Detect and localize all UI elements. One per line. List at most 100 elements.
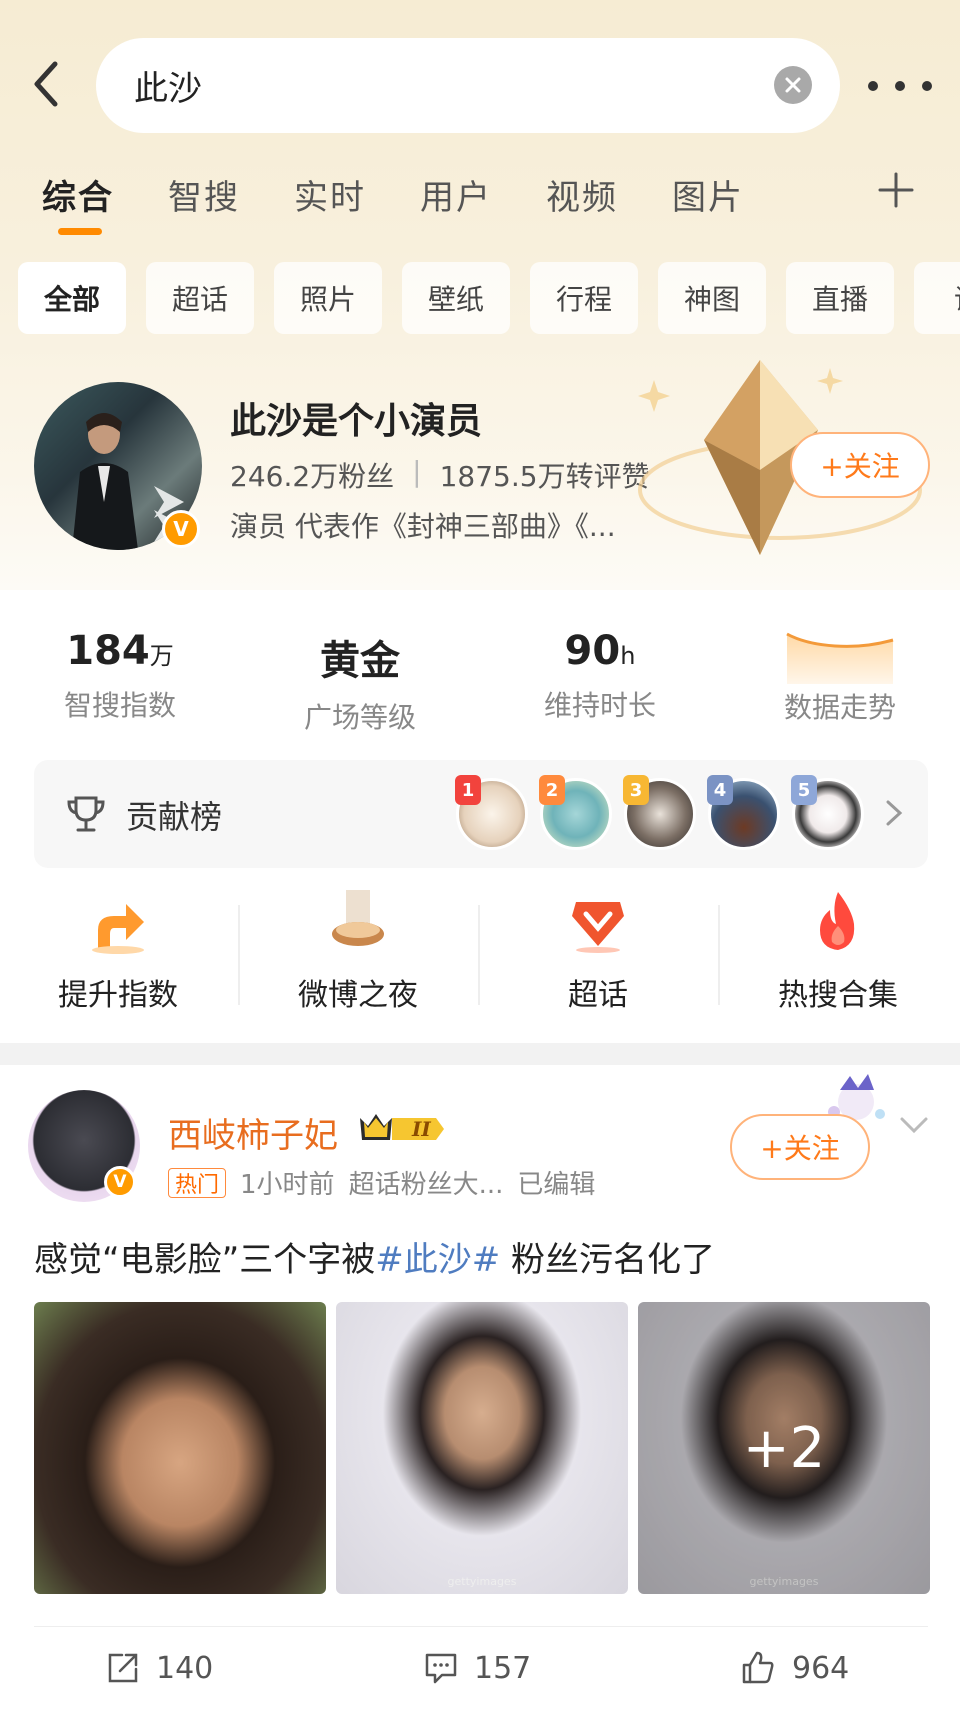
- verified-badge: V: [104, 1166, 136, 1198]
- weibo-night-button[interactable]: 微博之夜: [248, 890, 468, 1020]
- profile-avatar[interactable]: V: [34, 382, 202, 550]
- contribution-label: 贡献榜: [126, 798, 223, 836]
- metric-data-trend[interactable]: 数据走势: [740, 628, 940, 726]
- more-dot-icon: [868, 81, 878, 91]
- rank-number: 1: [455, 775, 481, 805]
- action-label: 提升指数: [58, 978, 178, 1013]
- contributor-avatar[interactable]: 5: [791, 775, 864, 850]
- post-text-before: 感觉“电影脸”三个字被: [34, 1240, 376, 1280]
- rank-number: 2: [539, 775, 565, 805]
- tab-realtime[interactable]: 实时: [294, 170, 366, 219]
- chip-all[interactable]: 全部: [18, 262, 126, 334]
- tab-comprehensive[interactable]: 综合: [42, 170, 114, 219]
- metric-duration[interactable]: 90h 维持时长: [500, 628, 700, 724]
- boost-index-button[interactable]: 提升指数: [8, 890, 228, 1020]
- tab-images[interactable]: 图片: [672, 170, 744, 219]
- post-photo[interactable]: gettyimages +2: [638, 1302, 930, 1594]
- chip-supertopic[interactable]: 超话: [146, 262, 254, 334]
- post-follow-button[interactable]: +关注: [730, 1114, 870, 1180]
- metric-label: 智搜指数: [63, 689, 176, 722]
- contributor-avatar[interactable]: 1: [455, 775, 528, 850]
- chip-live[interactable]: 直播: [786, 262, 894, 334]
- search-query: 此沙: [134, 69, 202, 109]
- crown-ring-icon: [332, 890, 384, 946]
- post-edited: 已编辑: [517, 1170, 596, 1200]
- chip-more[interactable]: 话: [914, 262, 960, 334]
- post-source[interactable]: 超话粉丝大...: [349, 1164, 504, 1201]
- divider: [238, 905, 240, 1005]
- divider: [718, 905, 720, 1005]
- back-button[interactable]: [22, 60, 70, 108]
- metric-value: 90: [564, 628, 621, 674]
- profile-name[interactable]: 此沙是个小演员: [230, 392, 482, 444]
- verified-badge: V: [162, 510, 200, 548]
- post-meta: 热门 1小时前 超话粉丝大... 已编辑: [168, 1164, 595, 1201]
- supertopic-button[interactable]: 超话: [488, 890, 708, 1020]
- share-icon: [108, 1653, 138, 1683]
- post-photo[interactable]: [34, 1302, 326, 1594]
- profile-follow-button[interactable]: +关注: [790, 432, 930, 498]
- tab-videos[interactable]: 视频: [546, 170, 618, 219]
- hot-search-collection-button[interactable]: 热搜合集: [728, 890, 948, 1020]
- clear-search-button[interactable]: [774, 66, 812, 104]
- trend-chart-icon: [786, 632, 894, 684]
- metric-unit: 万: [149, 642, 174, 670]
- add-tab-icon[interactable]: [876, 170, 916, 210]
- metric-unit: h: [620, 642, 636, 670]
- back-arrow-icon: [34, 61, 58, 107]
- tab-smart-search[interactable]: 智搜: [168, 170, 240, 219]
- metric-value: 黄金: [320, 638, 400, 684]
- comment-button[interactable]: 157: [424, 1648, 531, 1688]
- rank-number: 4: [707, 775, 733, 805]
- divider: [478, 905, 480, 1005]
- post-author-avatar[interactable]: V: [28, 1090, 140, 1202]
- trophy-icon: [67, 796, 105, 832]
- hashtag-link[interactable]: #此沙#: [375, 1240, 500, 1280]
- contributor-avatar[interactable]: 4: [707, 775, 780, 850]
- profile-description: 演员 代表作《封神三部曲》《...: [230, 510, 616, 543]
- search-tabs: 综合 智搜 实时 用户 视频 图片: [0, 160, 960, 240]
- tab-users[interactable]: 用户: [420, 170, 492, 219]
- close-icon: [785, 77, 801, 93]
- post-time: 1小时前: [240, 1170, 335, 1200]
- contribution-ranking[interactable]: 贡献榜 1 2 3 4 5: [34, 760, 928, 868]
- repost-button[interactable]: 140: [106, 1648, 213, 1688]
- hot-tag: 热门: [168, 1167, 227, 1198]
- active-tab-indicator: [58, 228, 102, 235]
- contributor-avatar[interactable]: 3: [623, 775, 696, 850]
- metric-smart-index[interactable]: 184万 智搜指数: [20, 628, 220, 724]
- search-input[interactable]: 此沙: [96, 38, 840, 133]
- chip-wallpaper[interactable]: 壁纸: [402, 262, 510, 334]
- more-dot-icon: [922, 81, 932, 91]
- photo-watermark: gettyimages: [447, 1575, 517, 1588]
- filter-chips: 全部 超话 照片 壁纸 行程 神图 直播 话: [18, 262, 960, 334]
- thumbs-up-icon: [742, 1651, 774, 1684]
- action-label: 超话: [568, 978, 628, 1013]
- metric-value: 184: [66, 628, 150, 674]
- metric-label: 维持时长: [543, 689, 656, 722]
- post-text-after: 粉丝污名化了: [500, 1240, 716, 1280]
- post-content: 感觉“电影脸”三个字被#此沙# 粉丝污名化了: [34, 1232, 715, 1281]
- flame-icon: [820, 892, 855, 950]
- more-options-button[interactable]: [868, 66, 932, 106]
- rank-number: 5: [791, 775, 817, 805]
- chevron-down-icon[interactable]: [898, 1110, 930, 1140]
- chip-photos[interactable]: 照片: [274, 262, 382, 334]
- metric-label: 数据走势: [783, 691, 896, 724]
- post-photo[interactable]: gettyimages: [336, 1302, 628, 1594]
- follower-count: 246.2万粉丝: [230, 460, 395, 493]
- crown-level-icon: II: [360, 1114, 444, 1141]
- metric-plaza-level[interactable]: 黄金 广场等级: [260, 628, 460, 736]
- post-actions-divider: [34, 1626, 928, 1627]
- section-divider: [0, 1043, 960, 1065]
- stats-divider: |: [412, 455, 422, 488]
- like-count: 964: [792, 1650, 850, 1686]
- arrow-up-icon: [92, 904, 144, 954]
- like-button[interactable]: 964: [740, 1648, 849, 1688]
- chip-best-pics[interactable]: 神图: [658, 262, 766, 334]
- post-author-name[interactable]: 西岐柿子妃: [168, 1108, 338, 1157]
- action-label: 微博之夜: [298, 978, 418, 1013]
- chip-schedule[interactable]: 行程: [530, 262, 638, 334]
- contributor-avatar[interactable]: 2: [539, 775, 612, 850]
- more-photos-overlay: +2: [638, 1302, 930, 1594]
